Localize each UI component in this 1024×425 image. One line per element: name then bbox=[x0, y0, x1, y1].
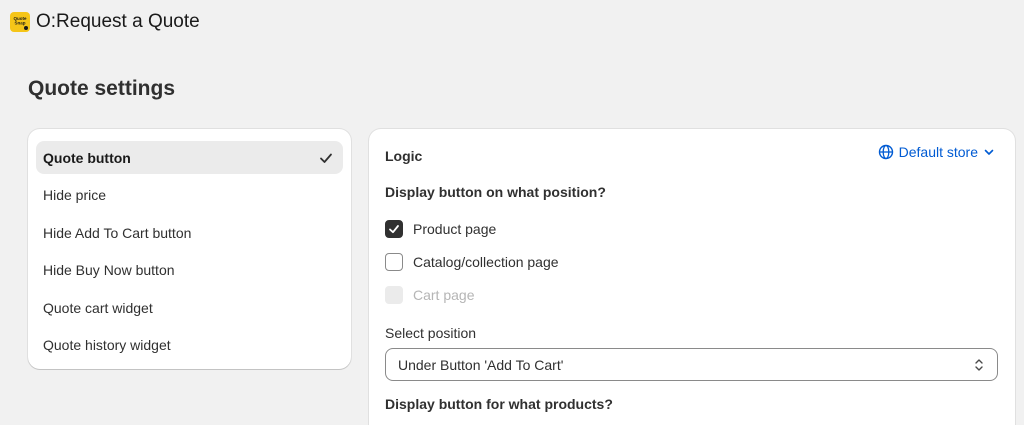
option-label: Cart page bbox=[413, 287, 475, 303]
store-selector[interactable]: Default store bbox=[878, 144, 995, 160]
app-title: O:Request a Quote bbox=[36, 11, 200, 32]
checkbox-checked[interactable] bbox=[385, 220, 403, 238]
nav-item-hide-buy-now[interactable]: Hide Buy Now button bbox=[36, 254, 343, 287]
chevron-down-icon bbox=[984, 149, 994, 155]
logo-dot bbox=[24, 26, 28, 30]
option-cart-page: Cart page bbox=[385, 286, 474, 304]
select-position-label: Select position bbox=[385, 325, 477, 341]
app-logo: Quote Snap bbox=[10, 12, 30, 32]
app-header: Quote Snap O:Request a Quote bbox=[0, 0, 1024, 44]
nav-item-label: Quote history widget bbox=[43, 337, 171, 353]
nav-item-label: Quote button bbox=[43, 149, 131, 166]
globe-icon bbox=[878, 144, 893, 160]
store-selector-label: Default store bbox=[898, 144, 978, 160]
section-title: Logic bbox=[385, 148, 423, 164]
settings-nav: Quote button Hide price Hide Add To Cart… bbox=[28, 129, 351, 369]
nav-item-hide-add-to-cart[interactable]: Hide Add To Cart button bbox=[36, 216, 343, 249]
nav-item-label: Hide Add To Cart button bbox=[43, 224, 192, 241]
option-label: Product page bbox=[413, 221, 497, 237]
position-select[interactable]: Under Button 'Add To Cart' bbox=[385, 348, 998, 381]
nav-item-quote-cart-widget[interactable]: Quote cart widget bbox=[36, 291, 343, 324]
position-question: Display button on what position? bbox=[385, 184, 606, 200]
checkmark-icon bbox=[389, 225, 399, 234]
select-arrows-icon bbox=[975, 358, 983, 371]
position-select-value: Under Button 'Add To Cart' bbox=[398, 356, 564, 373]
option-catalog-page[interactable]: Catalog/collection page bbox=[385, 253, 559, 271]
logic-card: Logic Default store Display button on wh… bbox=[369, 129, 1015, 425]
nav-item-quote-button[interactable]: Quote button bbox=[36, 141, 343, 174]
nav-item-label: Quote cart widget bbox=[43, 299, 153, 316]
option-product-page[interactable]: Product page bbox=[385, 220, 496, 238]
checkbox-disabled bbox=[385, 286, 403, 304]
page-title: Quote settings bbox=[28, 77, 176, 100]
nav-item-quote-history-widget[interactable]: Quote history widget bbox=[36, 329, 343, 362]
products-question: Display button for what products? bbox=[385, 396, 613, 412]
option-label: Catalog/collection page bbox=[413, 254, 559, 270]
checkbox-unchecked[interactable] bbox=[385, 253, 403, 271]
checkmark-icon bbox=[320, 153, 332, 163]
nav-item-label: Hide price bbox=[43, 187, 107, 203]
nav-item-label: Hide Buy Now button bbox=[43, 262, 175, 278]
nav-item-hide-price[interactable]: Hide price bbox=[36, 179, 343, 212]
